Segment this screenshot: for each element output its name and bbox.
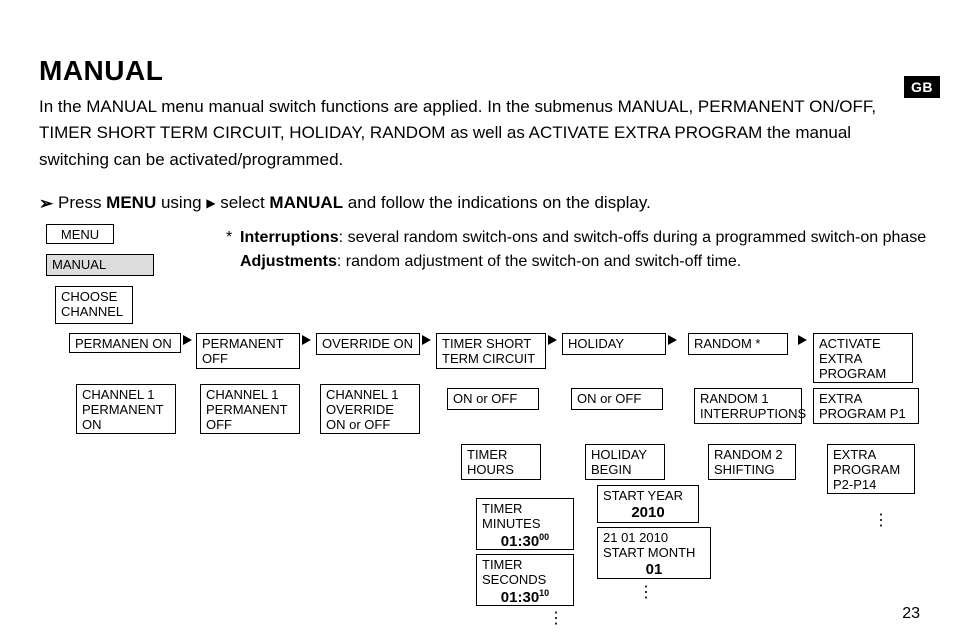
box-on-off-1: ON or OFF bbox=[447, 388, 539, 410]
box-activate: ACTIVATE EXTRA PROGRAM bbox=[813, 333, 913, 383]
adjustments-text: : random adjustment of the switch-on and… bbox=[337, 253, 741, 270]
arrow-icon-2 bbox=[302, 335, 311, 345]
box-manual: MANUAL bbox=[46, 254, 154, 276]
box-ch1-override: CHANNEL 1 OVERRIDE ON or OFF bbox=[320, 384, 420, 434]
adjustments-label: Adjustments bbox=[240, 253, 337, 270]
vdots-icon-3: ⋮ bbox=[873, 510, 889, 530]
box-on-off-2: ON or OFF bbox=[571, 388, 663, 410]
box-timer-minutes: TIMER MINUTES 01:3000 bbox=[476, 498, 574, 550]
start-year-val: 2010 bbox=[603, 504, 693, 521]
start-month-date: 21 01 2010 bbox=[603, 530, 668, 545]
interruptions-label: Interruptions bbox=[240, 229, 339, 246]
start-month-val: 01 bbox=[603, 561, 705, 578]
instruction-post: select bbox=[216, 193, 270, 212]
vdots-icon-2: ⋮ bbox=[638, 582, 654, 602]
box-holiday-begin: HOLIDAY BEGIN bbox=[585, 444, 665, 480]
box-permanent-off: PERMANENT OFF bbox=[196, 333, 300, 369]
asterisk-icon: * bbox=[226, 226, 232, 250]
box-menu: MENU bbox=[46, 224, 114, 244]
bullet-chevron-icon: ➢ bbox=[39, 194, 53, 214]
instruction-line: ➢ Press MENU using ▶ select MANUAL and f… bbox=[39, 193, 651, 213]
timer-seconds-label: TIMER SECONDS bbox=[482, 557, 546, 587]
box-random: RANDOM * bbox=[688, 333, 788, 355]
box-ch1-perm-off: CHANNEL 1 PERMANENT OFF bbox=[200, 384, 300, 434]
notes-block: * Interruptions: several random switch-o… bbox=[240, 226, 940, 274]
start-month-label: START MONTH bbox=[603, 545, 695, 560]
instruction-pre: Press bbox=[58, 193, 106, 212]
box-timer-seconds: TIMER SECONDS 01:3010 bbox=[476, 554, 574, 606]
arrow-icon-5 bbox=[668, 335, 677, 345]
interruptions-text: : several random switch-ons and switch-o… bbox=[339, 229, 927, 246]
arrow-icon-4 bbox=[548, 335, 557, 345]
instruction-mid: using bbox=[156, 193, 206, 212]
arrow-icon-1 bbox=[183, 335, 192, 345]
box-override-on: OVERRIDE ON bbox=[316, 333, 420, 355]
instruction-menu: MENU bbox=[106, 193, 156, 212]
arrow-icon-6 bbox=[798, 335, 807, 345]
box-timer-hours: TIMER HOURS bbox=[461, 444, 541, 480]
intro-paragraph: In the MANUAL menu manual switch functio… bbox=[39, 94, 909, 173]
right-triangle-icon: ▶ bbox=[206, 196, 215, 210]
box-start-month: 21 01 2010 START MONTH 01 bbox=[597, 527, 711, 579]
start-year-label: START YEAR bbox=[603, 488, 683, 503]
page-title: MANUAL bbox=[39, 55, 163, 87]
timer-seconds-val: 01:30 bbox=[501, 589, 539, 606]
timer-minutes-sup: 00 bbox=[539, 532, 549, 542]
language-badge: GB bbox=[904, 76, 940, 98]
page: MANUAL GB In the MANUAL menu manual swit… bbox=[0, 0, 954, 643]
timer-minutes-label: TIMER MINUTES bbox=[482, 501, 541, 531]
page-number: 23 bbox=[902, 605, 920, 623]
box-timer-short: TIMER SHORT TERM CIRCUIT bbox=[436, 333, 546, 369]
box-start-year: START YEAR 2010 bbox=[597, 485, 699, 523]
box-holiday: HOLIDAY bbox=[562, 333, 666, 355]
instruction-manual: MANUAL bbox=[269, 193, 343, 212]
vdots-icon-1: ⋮ bbox=[548, 608, 564, 628]
box-random2: RANDOM 2 SHIFTING bbox=[708, 444, 796, 480]
arrow-icon-3 bbox=[422, 335, 431, 345]
timer-minutes-val: 01:30 bbox=[501, 533, 539, 550]
timer-seconds-sup: 10 bbox=[539, 588, 549, 598]
box-permanen-on: PERMANEN ON bbox=[69, 333, 181, 353]
box-choose-channel: CHOOSE CHANNEL bbox=[55, 286, 133, 324]
instruction-tail: and follow the indications on the displa… bbox=[343, 193, 651, 212]
box-extra-p2: EXTRA PROGRAM P2-P14 bbox=[827, 444, 915, 494]
box-extra-p1: EXTRA PROGRAM P1 bbox=[813, 388, 919, 424]
box-ch1-perm-on: CHANNEL 1 PERMANENT ON bbox=[76, 384, 176, 434]
box-random1: RANDOM 1 INTERRUPTIONS bbox=[694, 388, 802, 424]
